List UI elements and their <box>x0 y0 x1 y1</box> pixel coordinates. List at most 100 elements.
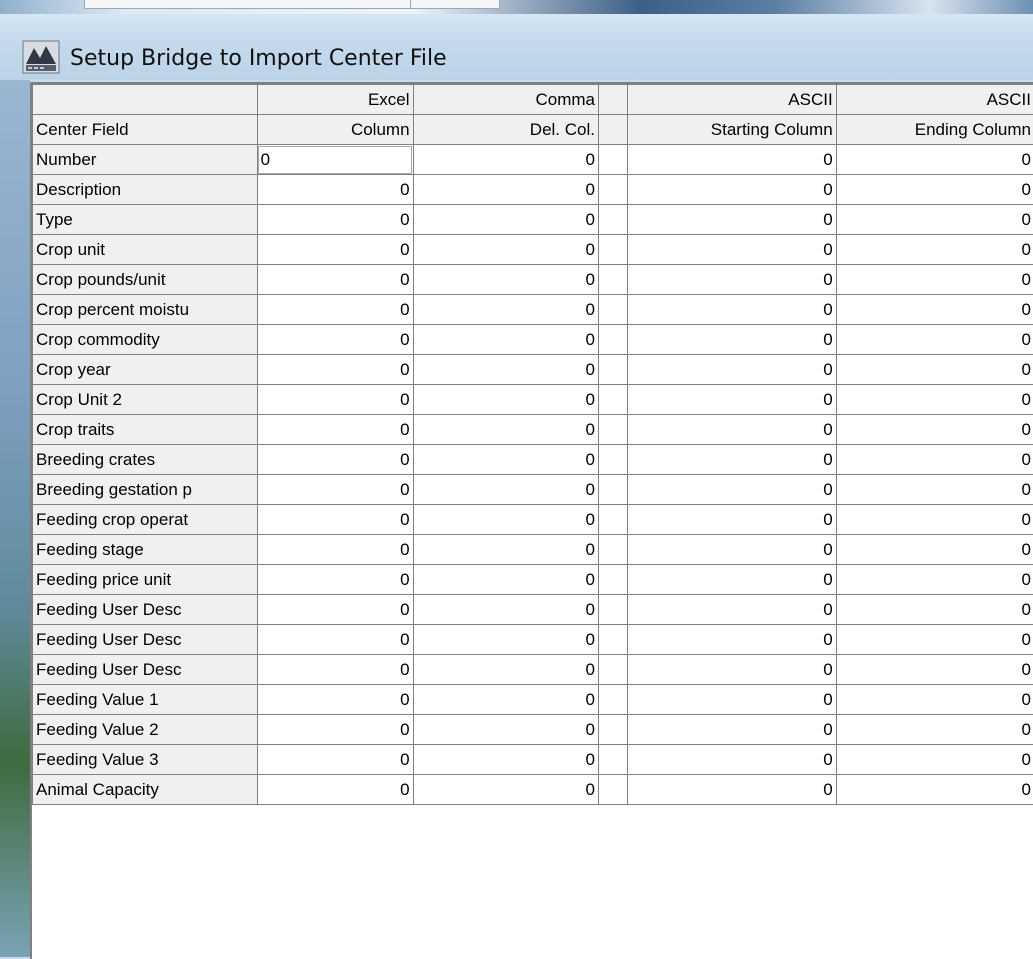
header-ascii-end-cell: Ending Column <box>836 115 1033 145</box>
table-row: Crop Unit 20000 <box>33 385 1033 415</box>
excel-column-cell[interactable]: 0 <box>257 235 413 265</box>
ascii-start-cell[interactable]: 0 <box>628 445 836 475</box>
comma-column-cell[interactable]: 0 <box>413 265 598 295</box>
excel-column-cell[interactable]: 0 <box>257 385 413 415</box>
center-field-label: Feeding User Desc <box>33 655 258 685</box>
comma-column-cell[interactable]: 0 <box>413 535 598 565</box>
ascii-start-cell[interactable]: 0 <box>628 235 836 265</box>
ascii-end-cell[interactable]: 0 <box>836 445 1033 475</box>
ascii-start-cell[interactable]: 0 <box>628 535 836 565</box>
excel-column-cell[interactable]: 0 <box>257 625 413 655</box>
excel-column-cell[interactable]: 0 <box>257 775 413 805</box>
excel-column-cell[interactable]: 0 <box>257 505 413 535</box>
ascii-end-cell[interactable]: 0 <box>836 475 1033 505</box>
title-bar[interactable]: Setup Bridge to Import Center File <box>0 14 1033 80</box>
center-field-label: Feeding User Desc <box>33 625 258 655</box>
comma-column-cell[interactable]: 0 <box>413 415 598 445</box>
ascii-end-cell[interactable]: 0 <box>836 175 1033 205</box>
table-row: Description0000 <box>33 175 1033 205</box>
ascii-start-cell[interactable]: 0 <box>628 625 836 655</box>
ascii-end-cell[interactable]: 0 <box>836 295 1033 325</box>
excel-column-cell[interactable]: 0 <box>257 325 413 355</box>
ascii-start-cell[interactable]: 0 <box>628 355 836 385</box>
comma-column-cell[interactable]: 0 <box>413 205 598 235</box>
comma-column-cell[interactable]: 0 <box>413 625 598 655</box>
ascii-end-cell[interactable]: 0 <box>836 565 1033 595</box>
ascii-start-cell[interactable]: 0 <box>628 775 836 805</box>
comma-column-cell[interactable]: 0 <box>413 505 598 535</box>
comma-column-cell[interactable]: 0 <box>413 745 598 775</box>
ascii-end-cell[interactable]: 0 <box>836 715 1033 745</box>
excel-column-cell[interactable]: 0 <box>257 265 413 295</box>
ascii-end-cell[interactable]: 0 <box>836 415 1033 445</box>
ascii-start-cell[interactable]: 0 <box>628 205 836 235</box>
ascii-end-cell[interactable]: 0 <box>836 595 1033 625</box>
comma-column-cell[interactable]: 0 <box>413 685 598 715</box>
excel-column-cell[interactable]: 0 <box>257 745 413 775</box>
comma-column-cell[interactable]: 0 <box>413 595 598 625</box>
ascii-end-cell[interactable]: 0 <box>836 535 1033 565</box>
ascii-end-cell[interactable]: 0 <box>836 385 1033 415</box>
excel-column-cell[interactable]: 0 <box>257 415 413 445</box>
ascii-end-cell[interactable]: 0 <box>836 505 1033 535</box>
ascii-end-cell[interactable]: 0 <box>836 205 1033 235</box>
excel-column-cell[interactable]: 0 <box>257 295 413 325</box>
ascii-start-cell[interactable]: 0 <box>628 175 836 205</box>
comma-column-cell[interactable]: 0 <box>413 565 598 595</box>
comma-column-cell[interactable]: 0 <box>413 355 598 385</box>
excel-column-cell[interactable]: 0 <box>257 655 413 685</box>
ascii-end-cell[interactable]: 0 <box>836 625 1033 655</box>
ascii-start-cell[interactable]: 0 <box>628 715 836 745</box>
excel-column-cell[interactable]: 0 <box>257 175 413 205</box>
import-mapping-grid[interactable]: ExcelCommaASCIIASCIICenter FieldColumnDe… <box>30 82 1033 959</box>
comma-column-cell[interactable]: 0 <box>413 385 598 415</box>
ascii-start-cell[interactable]: 0 <box>628 655 836 685</box>
spacer-cell <box>598 385 627 415</box>
ascii-start-cell[interactable]: 0 <box>628 505 836 535</box>
ascii-end-cell[interactable]: 0 <box>836 325 1033 355</box>
excel-column-cell[interactable]: 0 <box>257 145 413 175</box>
excel-column-cell[interactable]: 0 <box>257 565 413 595</box>
excel-column-cell[interactable]: 0 <box>257 355 413 385</box>
ascii-end-cell[interactable]: 0 <box>836 145 1033 175</box>
ascii-start-cell[interactable]: 0 <box>628 595 836 625</box>
excel-column-cell[interactable]: 0 <box>257 715 413 745</box>
comma-column-cell[interactable]: 0 <box>413 295 598 325</box>
ascii-start-cell[interactable]: 0 <box>628 325 836 355</box>
comma-column-cell[interactable]: 0 <box>413 475 598 505</box>
ascii-start-cell[interactable]: 0 <box>628 265 836 295</box>
ascii-start-cell[interactable]: 0 <box>628 145 836 175</box>
excel-column-cell[interactable]: 0 <box>257 475 413 505</box>
center-field-label: Crop commodity <box>33 325 258 355</box>
comma-column-cell[interactable]: 0 <box>413 775 598 805</box>
ascii-start-cell[interactable]: 0 <box>628 475 836 505</box>
excel-column-cell[interactable]: 0 <box>257 685 413 715</box>
comma-column-cell[interactable]: 0 <box>413 325 598 355</box>
ascii-start-cell[interactable]: 0 <box>628 565 836 595</box>
ascii-end-cell[interactable]: 0 <box>836 355 1033 385</box>
comma-column-cell[interactable]: 0 <box>413 715 598 745</box>
header-spacer-cell <box>598 85 627 115</box>
ascii-end-cell[interactable]: 0 <box>836 655 1033 685</box>
ascii-start-cell[interactable]: 0 <box>628 415 836 445</box>
ascii-start-cell[interactable]: 0 <box>628 295 836 325</box>
ascii-start-cell[interactable]: 0 <box>628 745 836 775</box>
comma-column-cell[interactable]: 0 <box>413 145 598 175</box>
ascii-start-cell[interactable]: 0 <box>628 385 836 415</box>
ascii-end-cell[interactable]: 0 <box>836 265 1033 295</box>
ascii-end-cell[interactable]: 0 <box>836 685 1033 715</box>
comma-column-cell[interactable]: 0 <box>413 235 598 265</box>
excel-column-cell[interactable]: 0 <box>257 595 413 625</box>
comma-column-cell[interactable]: 0 <box>413 445 598 475</box>
ascii-end-cell[interactable]: 0 <box>836 775 1033 805</box>
ascii-end-cell[interactable]: 0 <box>836 235 1033 265</box>
comma-column-cell[interactable]: 0 <box>413 175 598 205</box>
excel-column-cell[interactable]: 0 <box>257 445 413 475</box>
ascii-end-cell[interactable]: 0 <box>836 745 1033 775</box>
excel-column-cell[interactable]: 0 <box>257 535 413 565</box>
comma-column-cell[interactable]: 0 <box>413 655 598 685</box>
ascii-start-cell[interactable]: 0 <box>628 685 836 715</box>
excel-column-cell[interactable]: 0 <box>257 205 413 235</box>
table-row: Type0000 <box>33 205 1033 235</box>
center-field-label: Crop pounds/unit <box>33 265 258 295</box>
